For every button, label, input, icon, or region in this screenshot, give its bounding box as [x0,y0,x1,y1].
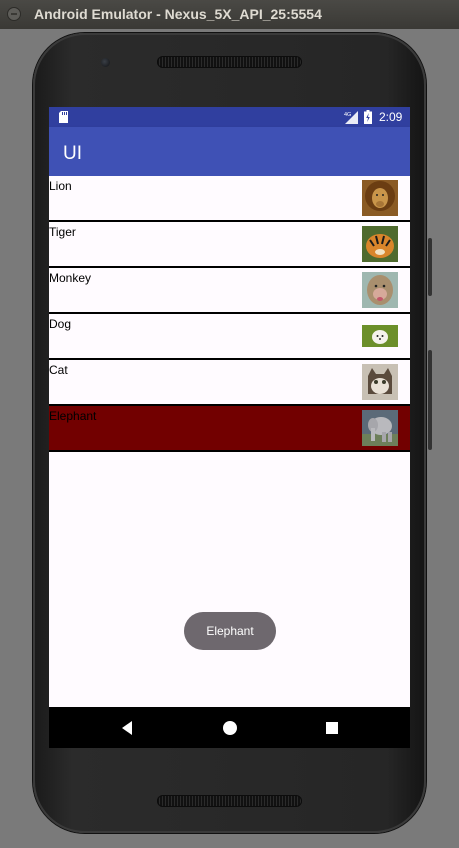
top-speaker-grille [157,56,302,68]
list-item[interactable]: Cat [49,360,410,406]
window-close-button[interactable] [7,7,21,21]
animal-list[interactable]: Lion Tiger Monkey Dog Cat Elephant [49,176,410,452]
dog-photo [362,318,398,354]
navigation-bar [49,707,410,748]
list-item[interactable]: Lion [49,176,410,222]
battery-icon [364,110,372,124]
list-item[interactable]: Dog [49,314,410,360]
window-title: Android Emulator - Nexus_5X_API_25:5554 [34,6,322,22]
recents-icon[interactable] [323,719,341,737]
list-item[interactable]: Tiger [49,222,410,268]
device-screen: 4G 2:09 UI Lion Tiger Monkey Dog Cat Ele… [49,107,410,748]
sd-card-icon [59,111,68,123]
list-item-label: Dog [49,317,72,331]
app-bar: UI [49,127,410,176]
list-item-label: Elephant [49,409,97,423]
app-title: UI [63,143,82,164]
home-icon[interactable] [221,719,239,737]
status-bar: 4G 2:09 [49,107,410,127]
front-camera [101,58,110,67]
elephant-photo [362,410,398,446]
monkey-photo [362,272,398,308]
bottom-speaker-grille [157,795,302,807]
list-item-label: Monkey [49,271,92,285]
lion-photo [362,180,398,216]
tiger-photo [362,226,398,262]
signal-icon: 4G [344,111,358,124]
list-item-label: Tiger [49,225,76,239]
back-icon[interactable] [119,719,137,737]
volume-button[interactable] [428,238,432,296]
cat-photo [362,364,398,400]
list-item-label: Lion [49,179,72,193]
status-time: 2:09 [379,110,403,124]
list-item[interactable]: Monkey [49,268,410,314]
power-button[interactable] [428,350,432,450]
list-item-label: Cat [49,363,68,377]
window-title-bar: Android Emulator - Nexus_5X_API_25:5554 [0,0,459,29]
toast-message: Elephant [184,612,276,650]
network-type-label: 4G [344,112,351,118]
list-item-selected[interactable]: Elephant [49,406,410,452]
